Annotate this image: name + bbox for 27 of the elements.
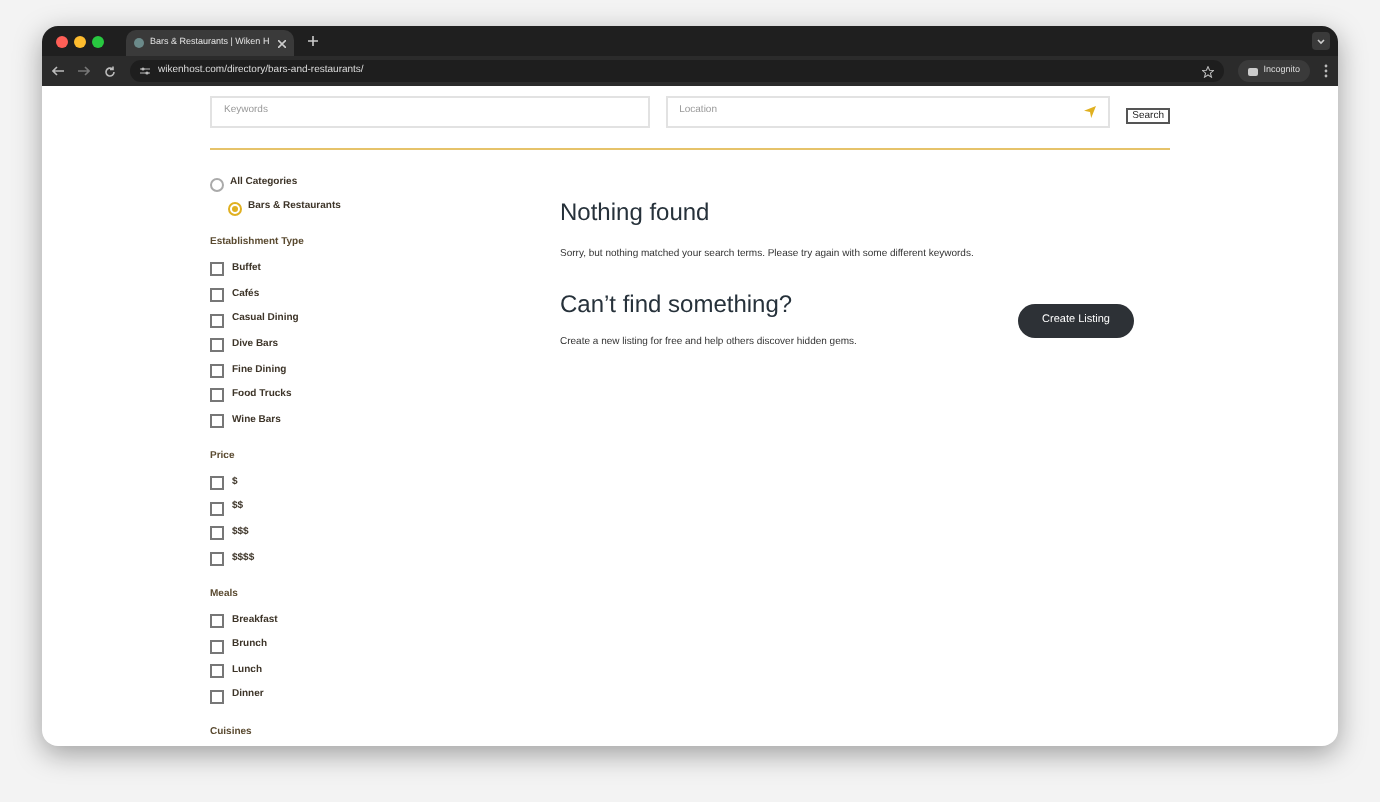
close-icon[interactable]	[278, 39, 286, 48]
checkbox[interactable]	[210, 313, 224, 328]
checkbox[interactable]	[210, 338, 224, 353]
results-heading: Nothing found	[560, 200, 712, 225]
checkbox[interactable]	[210, 476, 224, 491]
radio-button[interactable]	[228, 201, 242, 216]
checkbox[interactable]	[210, 287, 224, 302]
checkbox[interactable]	[210, 526, 224, 541]
radio-button[interactable]	[210, 177, 224, 192]
checkbox[interactable]	[210, 363, 224, 378]
forward-arrow-icon[interactable]	[78, 66, 90, 77]
checkbox[interactable]	[210, 689, 224, 704]
checkbox[interactable]	[210, 262, 224, 277]
sliders-icon[interactable]	[140, 66, 150, 77]
checkbox[interactable]	[210, 388, 224, 403]
checkbox[interactable]	[210, 613, 224, 628]
star-icon[interactable]	[1201, 65, 1214, 78]
checkbox[interactable]	[210, 664, 224, 679]
checkbox[interactable]	[210, 413, 224, 428]
checkbox[interactable]	[210, 551, 224, 566]
create-heading: Can’t find something?	[560, 291, 795, 316]
reload-icon[interactable]	[104, 65, 116, 78]
checkbox[interactable]	[210, 501, 224, 516]
checkbox[interactable]	[210, 639, 224, 654]
back-arrow-icon[interactable]	[52, 66, 64, 77]
new-tab-icon[interactable]	[308, 36, 318, 47]
tab-menu-icon[interactable]	[1312, 32, 1330, 51]
